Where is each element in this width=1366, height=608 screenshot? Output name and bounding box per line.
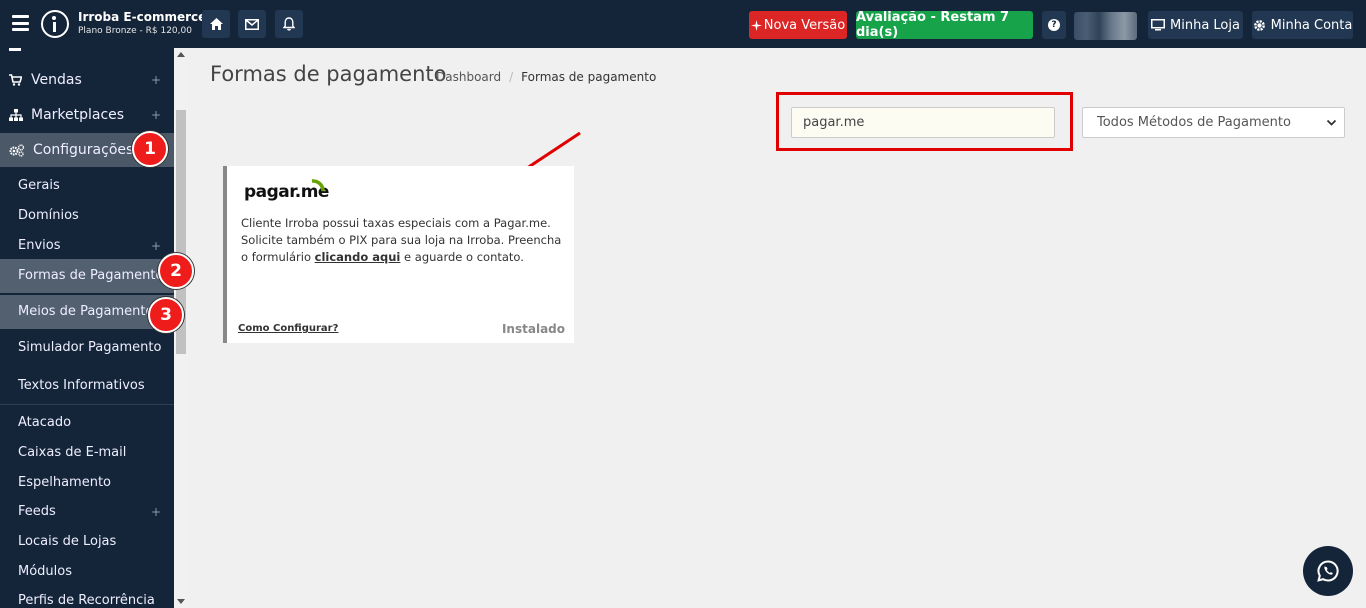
mail-icon	[245, 18, 259, 30]
card-description: Cliente Irroba possui taxas especiais co…	[241, 215, 571, 266]
pagarme-logo: pagar.me	[244, 179, 329, 202]
expand-icon: +	[150, 73, 161, 87]
breadcrumb: Dashboard / Formas de pagamento	[436, 70, 656, 84]
sidebar-item-label: Feeds	[18, 504, 56, 519]
sidebar-item-label: Textos Informativos	[18, 378, 145, 393]
sidebar-subitem-formas-pagamento[interactable]: Formas de Pagamento	[0, 259, 174, 293]
sparkle-icon	[750, 19, 762, 31]
new-version-button[interactable]: Nova Versão	[749, 11, 847, 39]
cogs-icon	[9, 144, 25, 157]
sidebar-subitem-textos[interactable]: Textos Informativos	[0, 376, 174, 396]
sidebar-item-locais-lojas[interactable]: Locais de Lojas	[0, 532, 174, 552]
sidebar-subitem-simulador[interactable]: Simulador Pagamento	[0, 338, 174, 358]
sidebar-item-label: Domínios	[18, 208, 79, 223]
sidebar-item-label: Locais de Lojas	[18, 534, 117, 549]
chevron-down-icon	[1326, 119, 1337, 126]
sidebar-item-caixas-email[interactable]: Caixas de E-mail	[0, 443, 174, 463]
my-store-button[interactable]: Minha Loja	[1148, 11, 1243, 39]
sidebar-item-perfis-recorrencia[interactable]: Perfis de Recorrência	[0, 591, 174, 608]
my-account-label: Minha Conta	[1270, 17, 1353, 33]
brand: Irroba E-commerce Plano Bronze - R$ 120,…	[78, 10, 206, 38]
my-account-button[interactable]: Minha Conta	[1252, 11, 1353, 39]
whatsapp-button[interactable]	[1303, 546, 1353, 596]
breadcrumb-separator: /	[509, 70, 514, 84]
menu-icon[interactable]	[12, 15, 29, 31]
home-button[interactable]	[202, 10, 230, 38]
sidebar-item-label: Módulos	[18, 564, 72, 579]
gear-icon	[1253, 19, 1265, 31]
sidebar-item-atacado[interactable]: Atacado	[0, 413, 174, 433]
sidebar-item-label: Simulador Pagamento	[18, 340, 162, 355]
sidebar-item-label: Formas de Pagamento	[18, 268, 164, 283]
my-store-label: Minha Loja	[1170, 17, 1240, 33]
bell-icon	[283, 17, 295, 31]
step-badge-1: 1	[132, 131, 168, 167]
sidebar-item-label: Perfis de Recorrência	[18, 593, 155, 608]
sidebar-subitem-gerais[interactable]: Gerais	[0, 176, 174, 196]
notifications-button[interactable]	[275, 10, 303, 38]
home-icon	[209, 18, 223, 30]
scroll-down-arrow-icon[interactable]	[177, 599, 185, 604]
how-to-configure-link[interactable]: Como Configurar?	[238, 323, 338, 334]
brand-name: Irroba E-commerce	[78, 10, 207, 24]
irroba-logo-icon[interactable]	[41, 10, 69, 38]
mail-button[interactable]	[238, 10, 266, 38]
sidebar-item-feeds[interactable]: Feeds +	[0, 502, 174, 522]
sidebar-item-label: Vendas	[31, 72, 82, 88]
top-bar: Irroba E-commerce Plano Bronze - R$ 120,…	[0, 0, 1366, 48]
breadcrumb-home[interactable]: Dashboard	[436, 70, 501, 84]
sidebar-item-label: Marketplaces	[31, 107, 125, 123]
sidebar-divider	[0, 404, 174, 405]
page-title: Formas de pagamento	[210, 62, 447, 86]
sidebar-item-label: Espelhamento	[18, 475, 112, 490]
search-input[interactable]	[791, 107, 1055, 138]
sidebar-item-label: Atacado	[18, 415, 72, 430]
sitemap-icon	[9, 109, 23, 121]
step-badge-2: 2	[158, 253, 194, 289]
partial-icon	[9, 48, 21, 51]
sidebar-item-label: Envios	[18, 238, 61, 253]
pagarme-arc-icon	[311, 179, 325, 192]
payment-method-select[interactable]: Todos Métodos de Pagamento	[1082, 107, 1345, 138]
trial-label: Avaliação - Restam 7 dia(s)	[856, 10, 1010, 40]
monitor-icon	[1151, 19, 1166, 31]
scroll-up-arrow-icon[interactable]	[177, 52, 185, 57]
sidebar-item-label: Meios de Pagamento	[18, 304, 154, 319]
sidebar-subitem-envios[interactable]: Envios +	[0, 236, 174, 256]
expand-icon: +	[150, 505, 161, 519]
payment-card-pagarme: pagar.me Cliente Irroba possui taxas esp…	[223, 166, 574, 343]
card-link[interactable]: clicando aqui	[315, 250, 401, 264]
question-icon: ?	[1048, 19, 1060, 31]
sidebar-item-label: Configurações	[33, 142, 134, 158]
trial-button[interactable]: Avaliação - Restam 7 dia(s)	[856, 10, 1033, 40]
whatsapp-icon	[1317, 560, 1339, 582]
expand-icon: +	[150, 239, 161, 253]
sidebar-item-modulos[interactable]: Módulos	[0, 562, 174, 582]
sidebar-item-marketplaces[interactable]: Marketplaces +	[0, 99, 174, 131]
breadcrumb-current: Formas de pagamento	[521, 70, 657, 84]
sidebar-item-label: Caixas de E-mail	[18, 445, 127, 460]
status-label: Instalado	[501, 322, 565, 336]
brand-plan: Plano Bronze - R$ 120,00	[78, 26, 192, 36]
sidebar-subitem-dominios[interactable]: Domínios	[0, 206, 174, 226]
new-version-label: Nova Versão	[763, 17, 846, 33]
card-text-after: e aguarde o contato.	[400, 250, 524, 264]
step-badge-3: 3	[148, 297, 184, 333]
sidebar-item-espelhamento[interactable]: Espelhamento	[0, 473, 174, 493]
cart-icon	[9, 74, 22, 86]
help-button[interactable]: ?	[1042, 11, 1066, 39]
user-avatar[interactable]	[1074, 12, 1137, 40]
select-value: Todos Métodos de Pagamento	[1097, 115, 1291, 130]
sidebar-item-vendas[interactable]: Vendas +	[0, 64, 174, 96]
sidebar-item-label: Gerais	[18, 178, 60, 193]
expand-icon: +	[150, 108, 161, 122]
